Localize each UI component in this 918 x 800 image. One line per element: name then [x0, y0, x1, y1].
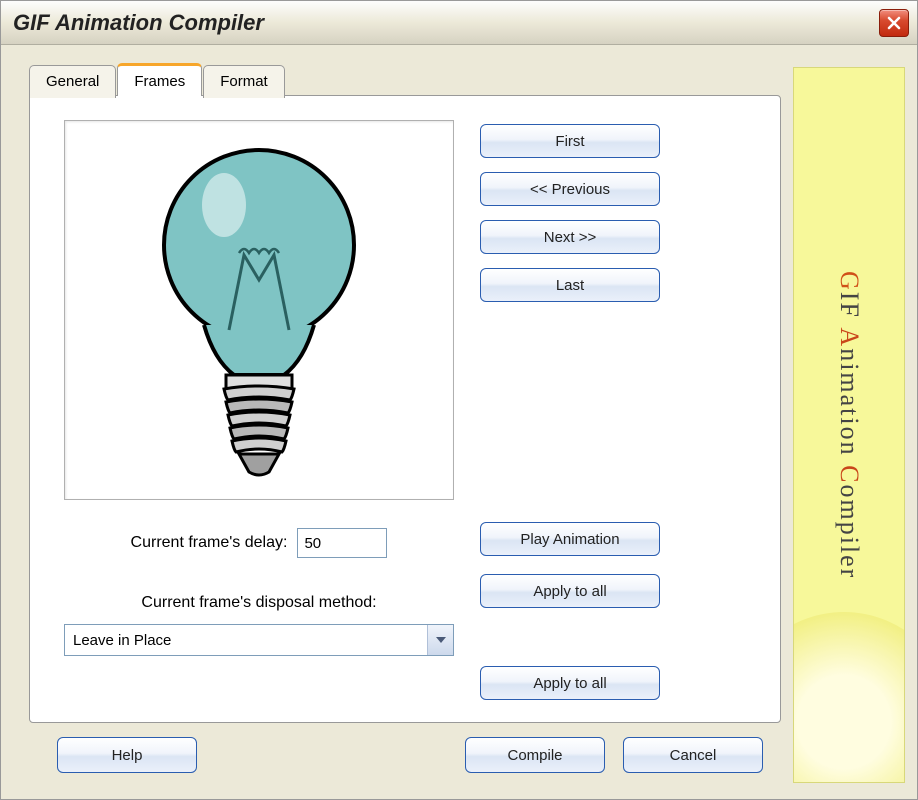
- delay-label: Current frame's delay:: [131, 534, 288, 552]
- help-button[interactable]: Help: [57, 737, 197, 773]
- main-column: General Frames Format: [29, 63, 781, 787]
- last-button[interactable]: Last: [480, 268, 660, 302]
- apply-delay-button[interactable]: Apply to all: [480, 574, 660, 608]
- dropdown-arrow-button[interactable]: [427, 625, 453, 655]
- frames-panel: First << Previous Next >> Last Current f…: [29, 95, 781, 723]
- dialog-window: GIF Animation Compiler General Frames Fo…: [0, 0, 918, 800]
- nav-buttons: First << Previous Next >> Last: [480, 120, 660, 302]
- apply-disposal-button[interactable]: Apply to all: [480, 666, 660, 700]
- frame-preview: [64, 120, 454, 500]
- banner-circle: [793, 612, 905, 783]
- play-animation-button[interactable]: Play Animation: [480, 522, 660, 556]
- footer-right: Compile Cancel: [465, 737, 763, 773]
- first-button[interactable]: First: [480, 124, 660, 158]
- window-title: GIF Animation Compiler: [13, 10, 264, 36]
- dialog-body: General Frames Format: [1, 45, 917, 799]
- disposal-value: Leave in Place: [65, 625, 427, 655]
- tab-format[interactable]: Format: [203, 65, 285, 98]
- controls-left: Current frame's delay: Current frame's d…: [64, 522, 454, 656]
- chevron-down-icon: [436, 637, 446, 643]
- delay-row: Current frame's delay:: [64, 522, 454, 558]
- close-button[interactable]: [879, 9, 909, 37]
- close-icon: [887, 16, 901, 30]
- cancel-button[interactable]: Cancel: [623, 737, 763, 773]
- tab-strip: General Frames Format: [29, 63, 781, 96]
- next-button[interactable]: Next >>: [480, 220, 660, 254]
- previous-button[interactable]: << Previous: [480, 172, 660, 206]
- disposal-select[interactable]: Leave in Place: [64, 624, 454, 656]
- controls-right: Play Animation Apply to all Apply to all: [480, 522, 660, 700]
- preview-row: First << Previous Next >> Last: [64, 120, 756, 500]
- disposal-label: Current frame's disposal method:: [64, 594, 454, 612]
- footer-buttons: Help Compile Cancel: [29, 723, 781, 787]
- titlebar: GIF Animation Compiler: [1, 1, 917, 45]
- lightbulb-icon: [144, 140, 374, 480]
- tab-general[interactable]: General: [29, 65, 116, 98]
- delay-input[interactable]: [297, 528, 387, 558]
- tab-frames[interactable]: Frames: [117, 63, 202, 96]
- banner-text: GIF Animation Compiler: [834, 271, 864, 579]
- lower-controls: Current frame's delay: Current frame's d…: [64, 522, 756, 700]
- side-banner: GIF Animation Compiler: [793, 67, 905, 783]
- compile-button[interactable]: Compile: [465, 737, 605, 773]
